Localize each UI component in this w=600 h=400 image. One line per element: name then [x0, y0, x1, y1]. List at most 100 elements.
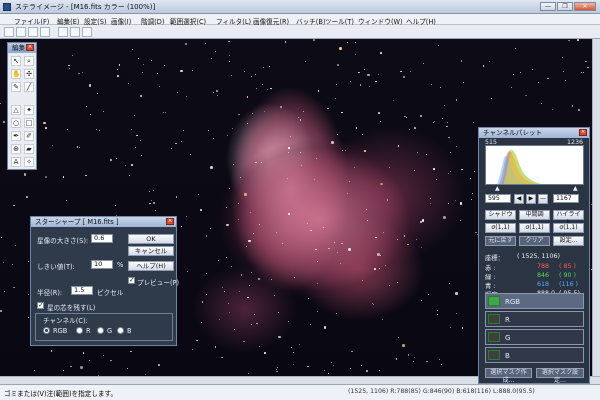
- channel-radio-rgb[interactable]: [43, 327, 50, 334]
- brush-tool-icon[interactable]: ✐: [24, 131, 34, 141]
- open-icon[interactable]: [16, 27, 26, 37]
- star: [461, 168, 463, 171]
- threshold-input[interactable]: 10: [91, 260, 113, 269]
- midtone-button[interactable]: 中間調: [519, 210, 550, 220]
- radius-input[interactable]: 1.5: [71, 286, 93, 295]
- settings-button[interactable]: 設定...: [553, 236, 584, 246]
- sigma-button-3[interactable]: σ(1,1): [553, 223, 584, 233]
- star: [323, 326, 327, 329]
- star-size-input[interactable]: 0.6: [91, 234, 113, 243]
- star: [261, 161, 263, 163]
- star: [332, 365, 334, 367]
- channel-visibility-icon[interactable]: [488, 314, 500, 324]
- create-mask-button[interactable]: 選択マスク作成...: [485, 368, 532, 384]
- print-icon[interactable]: [40, 27, 50, 37]
- shadow-button[interactable]: シャドウ: [485, 210, 516, 220]
- circle-tool-icon[interactable]: ○: [11, 118, 21, 128]
- move-tool-icon[interactable]: ✣: [24, 69, 34, 79]
- star: [404, 115, 406, 118]
- wand-tool-icon[interactable]: ✦: [24, 105, 34, 115]
- star: [116, 69, 118, 71]
- channel-radio-g[interactable]: [97, 327, 104, 334]
- hand-tool-icon[interactable]: ✋: [11, 69, 21, 79]
- star: [438, 45, 440, 47]
- fill-tool-icon[interactable]: ▰: [24, 144, 34, 154]
- sigma-button-2[interactable]: σ(1,1): [519, 223, 550, 233]
- star: [206, 273, 208, 275]
- channel-radio-label: G: [107, 327, 113, 335]
- close-icon[interactable]: ×: [26, 44, 34, 51]
- pointer-tool-icon[interactable]: ↖: [11, 56, 21, 66]
- undo-button[interactable]: 元に戻す: [485, 236, 516, 246]
- keep-core-checkbox[interactable]: [37, 301, 44, 309]
- clear-button[interactable]: クリア: [519, 236, 550, 246]
- star: [163, 64, 166, 67]
- star: [185, 215, 187, 217]
- channel-item-rgb[interactable]: RGB: [485, 293, 584, 309]
- eyedropper-tool-icon[interactable]: ✎: [11, 82, 21, 92]
- channel-item-b[interactable]: B: [485, 347, 584, 363]
- minus-button[interactable]: —: [538, 194, 548, 204]
- channel-radio-r[interactable]: [76, 327, 83, 334]
- new-icon[interactable]: [4, 27, 14, 37]
- star: [278, 312, 280, 314]
- star: [270, 279, 272, 281]
- menu-bar: ファイル(F) 編集(E) 設定(S) 画像(I) 階調(D) 範囲選択(C) …: [0, 14, 600, 26]
- highlight-button[interactable]: ハイライト: [553, 210, 584, 226]
- vertical-scrollbar[interactable]: [592, 39, 600, 376]
- channel-visibility-icon[interactable]: [488, 332, 500, 342]
- histogram[interactable]: [485, 145, 584, 185]
- star: [226, 223, 229, 227]
- star: [462, 81, 465, 84]
- star: [129, 175, 131, 177]
- star: [353, 166, 356, 169]
- star: [280, 106, 282, 108]
- star: [414, 127, 416, 129]
- star: [346, 41, 349, 44]
- star: [358, 71, 360, 74]
- magnify-tool-icon[interactable]: ⌕: [24, 56, 34, 66]
- range-high-input[interactable]: 1167: [553, 194, 579, 203]
- minimize-button[interactable]: —: [540, 2, 556, 11]
- text-tool-icon[interactable]: A: [11, 157, 21, 167]
- star: [433, 168, 435, 170]
- range-slider-icon[interactable]: ▲: [573, 185, 578, 192]
- help-button[interactable]: ヘルプ(H): [128, 261, 174, 271]
- save-icon[interactable]: [28, 27, 38, 37]
- close-button[interactable]: ✕: [574, 2, 596, 11]
- cancel-button[interactable]: キャンセル: [128, 246, 174, 256]
- range-low-input[interactable]: 595: [485, 194, 511, 203]
- rect-tool-icon[interactable]: □: [24, 118, 34, 128]
- sigma-button-1[interactable]: σ(1,1): [485, 223, 516, 233]
- star: [249, 212, 251, 214]
- pen-tool-icon[interactable]: ✒: [11, 131, 21, 141]
- star: [229, 311, 231, 313]
- close-icon[interactable]: ×: [166, 218, 174, 225]
- rotate-icon[interactable]: [82, 27, 92, 37]
- increment-button[interactable]: ▶: [526, 194, 536, 204]
- range-slider-icon[interactable]: ▲: [495, 185, 500, 192]
- mask-settings-button[interactable]: 選択マスク設定...: [536, 368, 584, 384]
- star-tool-icon[interactable]: ✧: [24, 157, 34, 167]
- channel-visibility-icon[interactable]: [488, 296, 500, 306]
- crop-icon[interactable]: [70, 27, 80, 37]
- star: [127, 367, 129, 369]
- star: [170, 147, 173, 150]
- maximize-button[interactable]: ❐: [557, 2, 573, 11]
- star: [317, 90, 320, 92]
- channel-item-r[interactable]: R: [485, 311, 584, 327]
- close-icon[interactable]: ×: [579, 129, 587, 136]
- preview-checkbox[interactable]: [128, 276, 135, 284]
- channel-item-g[interactable]: G: [485, 329, 584, 345]
- ok-button[interactable]: OK: [128, 234, 174, 244]
- stamp-tool-icon[interactable]: ⊕: [11, 144, 21, 154]
- line-tool-icon[interactable]: ╱: [24, 82, 34, 92]
- star: [212, 138, 214, 140]
- triangle-tool-icon[interactable]: △: [11, 105, 21, 115]
- star: [165, 112, 167, 114]
- select-rect-icon[interactable]: [58, 27, 68, 37]
- channel-radio-b[interactable]: [117, 327, 124, 334]
- decrement-button[interactable]: ◀: [514, 194, 524, 204]
- star: [131, 48, 133, 50]
- channel-visibility-icon[interactable]: [488, 350, 500, 360]
